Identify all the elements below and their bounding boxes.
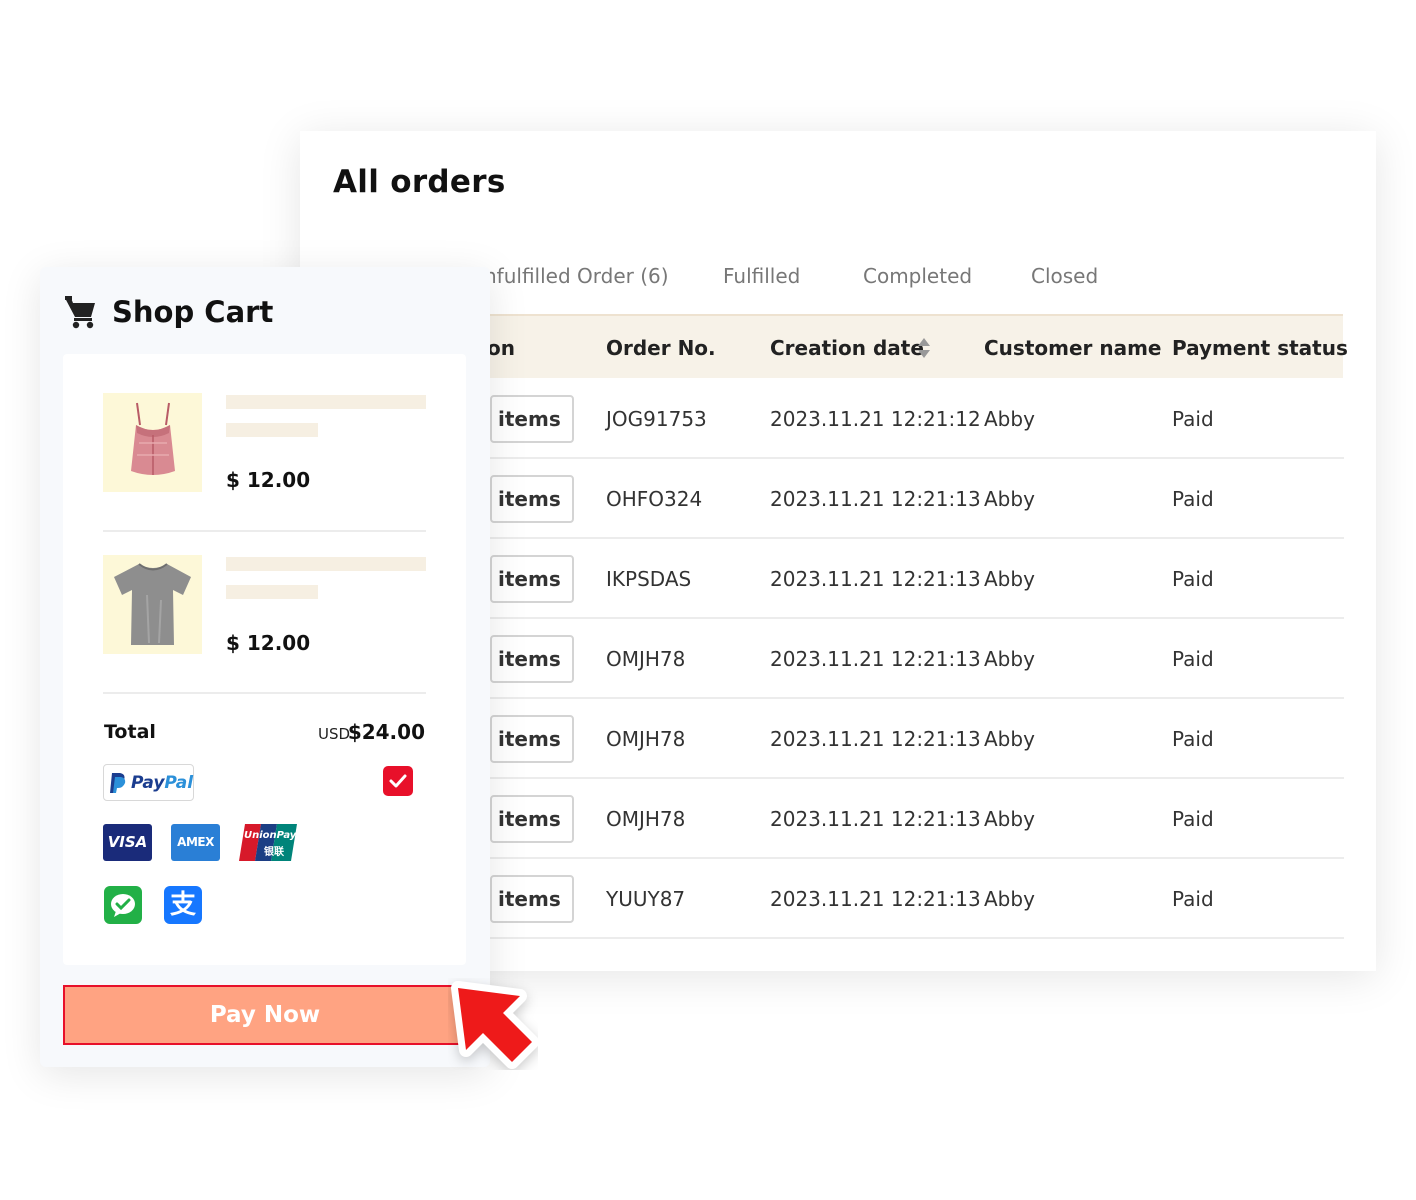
- order-number: OMJH78: [606, 807, 686, 831]
- customer-name: Abby: [984, 807, 1035, 831]
- customer-name: Abby: [984, 727, 1035, 751]
- paypal-option[interactable]: PayPal: [103, 764, 194, 801]
- cart-title: Shop Cart: [112, 295, 274, 329]
- skeleton-line: [226, 557, 426, 571]
- tab-unfulfilled[interactable]: nfulfilled Order (6): [484, 264, 669, 288]
- tab-closed[interactable]: Closed: [1031, 264, 1098, 288]
- creation-date: 2023.11.21 12:21:13: [770, 487, 981, 511]
- item-price: $ 12.00: [226, 468, 311, 492]
- table-row[interactable]: items YUUY87 2023.11.21 12:21:13 Abby Paid: [490, 859, 1344, 939]
- payment-status: Paid: [1172, 807, 1214, 831]
- pink-top-icon: [131, 402, 175, 475]
- item-price: $ 12.00: [226, 631, 311, 655]
- total-amount: $24.00: [347, 720, 425, 744]
- creation-date: 2023.11.21 12:21:13: [770, 567, 981, 591]
- column-creation-date[interactable]: Creation date: [770, 336, 924, 360]
- tab-completed[interactable]: Completed: [863, 264, 972, 288]
- items-button[interactable]: items: [490, 635, 574, 683]
- page-title: All orders: [333, 164, 506, 200]
- table-row[interactable]: items OMJH78 2023.11.21 12:21:13 Abby Paid: [490, 779, 1344, 859]
- payment-status: Paid: [1172, 567, 1214, 591]
- check-icon: [389, 774, 407, 788]
- pay-now-button[interactable]: Pay Now: [63, 985, 467, 1045]
- items-button[interactable]: items: [490, 555, 574, 603]
- product-thumbnail-grey-tshirt[interactable]: [103, 555, 202, 654]
- visa-option[interactable]: VISA: [103, 824, 152, 861]
- paypal-checkbox[interactable]: [383, 766, 413, 796]
- total-label: Total: [104, 721, 156, 743]
- tshirt-icon: [114, 563, 191, 645]
- unionpay-option[interactable]: UnionPay 银联: [239, 824, 297, 861]
- customer-name: Abby: [984, 407, 1035, 431]
- order-number: OHFO324: [606, 487, 703, 511]
- column-action: on: [487, 336, 515, 360]
- customer-name: Abby: [984, 487, 1035, 511]
- column-customer-name: Customer name: [984, 336, 1162, 360]
- creation-date: 2023.11.21 12:21:13: [770, 727, 981, 751]
- divider: [103, 530, 426, 532]
- customer-name: Abby: [984, 567, 1035, 591]
- order-number: JOG91753: [606, 407, 707, 431]
- table-row[interactable]: items IKPSDAS 2023.11.21 12:21:13 Abby Paid: [490, 539, 1344, 619]
- table-row[interactable]: items JOG91753 2023.11.21 12:21:12 Abby Paid: [490, 379, 1344, 459]
- payment-status: Paid: [1172, 647, 1214, 671]
- items-button[interactable]: items: [490, 875, 574, 923]
- cursor-arrow-icon: [451, 981, 538, 1069]
- customer-name: Abby: [984, 647, 1035, 671]
- skeleton-line: [226, 585, 318, 599]
- customer-name: Abby: [984, 887, 1035, 911]
- creation-date: 2023.11.21 12:21:13: [770, 647, 981, 671]
- payment-status: Paid: [1172, 887, 1214, 911]
- creation-date: 2023.11.21 12:21:13: [770, 887, 981, 911]
- cart-icon: [65, 296, 95, 329]
- order-number: OMJH78: [606, 727, 686, 751]
- table-row[interactable]: items OMJH78 2023.11.21 12:21:13 Abby Paid: [490, 619, 1344, 699]
- order-number: YUUY87: [606, 887, 686, 911]
- divider: [103, 692, 426, 694]
- paypal-label: PayPal: [131, 773, 194, 793]
- column-order-no: Order No.: [606, 336, 716, 360]
- wechat-pay-icon: [111, 894, 135, 917]
- shop-cart-panel: Shop Cart $ 12.00 $ 12.00 Total USD $24.…: [40, 267, 490, 1067]
- items-button[interactable]: items: [490, 715, 574, 763]
- creation-date: 2023.11.21 12:21:13: [770, 807, 981, 831]
- payment-status: Paid: [1172, 487, 1214, 511]
- cart-card: $ 12.00 $ 12.00 Total USD $24.00 PayPal: [63, 354, 466, 965]
- table-row[interactable]: items OHFO324 2023.11.21 12:21:13 Abby Paid: [490, 459, 1344, 539]
- wechat-pay-option[interactable]: [104, 886, 142, 924]
- creation-date: 2023.11.21 12:21:12: [770, 407, 981, 431]
- sort-icon[interactable]: [917, 337, 931, 359]
- unionpay-label: UnionPay: [244, 830, 297, 841]
- items-button[interactable]: items: [490, 475, 574, 523]
- total-currency: USD: [318, 725, 351, 743]
- payment-status: Paid: [1172, 727, 1214, 751]
- order-number: IKPSDAS: [606, 567, 692, 591]
- alipay-option[interactable]: 支: [164, 886, 202, 924]
- skeleton-line: [226, 423, 318, 437]
- items-button[interactable]: items: [490, 395, 574, 443]
- paypal-icon: [110, 773, 126, 793]
- skeleton-line: [226, 395, 426, 409]
- column-payment-status: Payment status: [1172, 336, 1348, 360]
- amex-option[interactable]: AMEX: [171, 824, 220, 861]
- items-button[interactable]: items: [490, 795, 574, 843]
- unionpay-label-cn: 银联: [264, 847, 284, 858]
- table-row[interactable]: items OMJH78 2023.11.21 12:21:13 Abby Paid: [490, 699, 1344, 779]
- product-thumbnail-pink-top[interactable]: [103, 393, 202, 492]
- tab-fulfilled[interactable]: Fulfilled: [723, 264, 800, 288]
- order-number: OMJH78: [606, 647, 686, 671]
- payment-status: Paid: [1172, 407, 1214, 431]
